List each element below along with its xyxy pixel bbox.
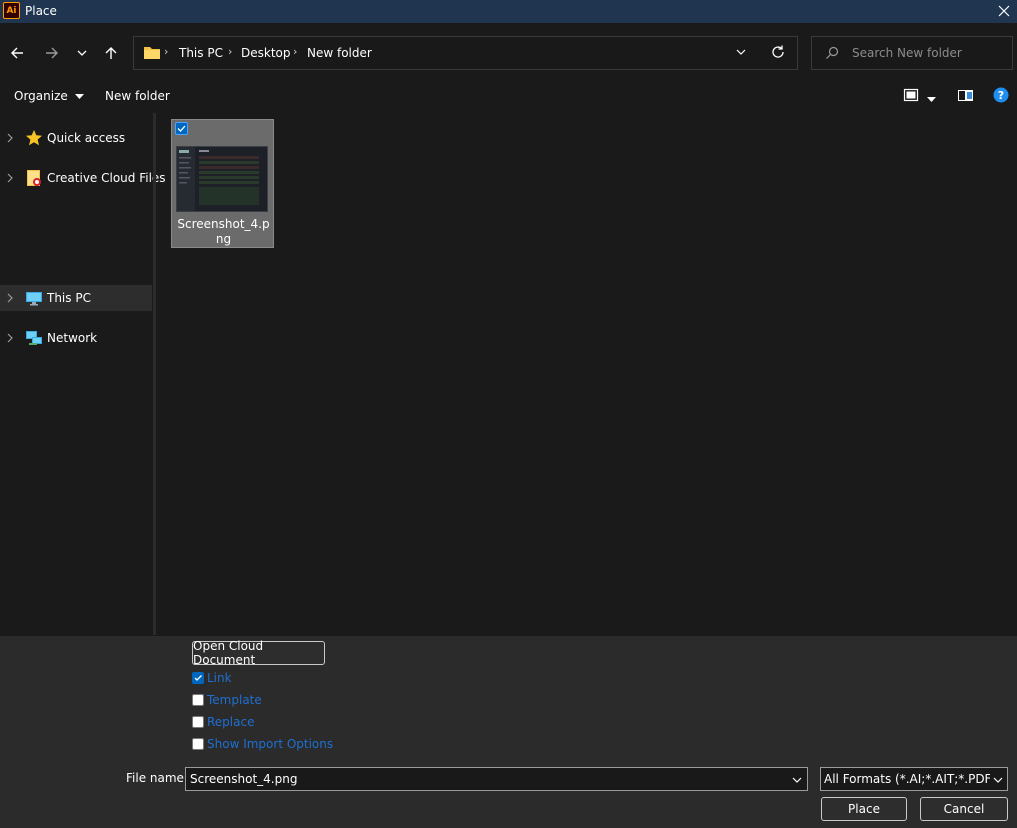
- chevron-down-icon: [993, 777, 1003, 783]
- computer-icon: [26, 292, 42, 306]
- chevron-right-icon[interactable]: [5, 292, 15, 304]
- window-title: Place: [25, 4, 57, 18]
- link-checkbox[interactable]: [192, 672, 204, 684]
- checkmark-icon: [194, 675, 202, 681]
- back-button[interactable]: [4, 40, 30, 66]
- file-thumbnail: [176, 146, 268, 212]
- search-placeholder: Search New folder: [852, 46, 962, 60]
- search-icon: [826, 46, 839, 59]
- breadcrumb-separator: ›: [293, 45, 298, 58]
- screenshot-thumbnail-image: [177, 147, 267, 211]
- place-button[interactable]: Place: [821, 797, 907, 821]
- sidebar-item-label: This PC: [47, 291, 91, 305]
- arrow-up-icon: [105, 47, 117, 59]
- change-view-button[interactable]: [903, 87, 919, 106]
- show-import-options-checkbox[interactable]: [192, 738, 204, 750]
- close-icon: [998, 5, 1010, 17]
- recent-locations-button[interactable]: [69, 40, 95, 66]
- breadcrumb-this-pc[interactable]: This PC: [179, 46, 223, 60]
- up-button[interactable]: [98, 40, 124, 66]
- replace-checkbox[interactable]: [192, 716, 204, 728]
- checkmark-icon: [177, 125, 186, 132]
- preview-pane-icon: [958, 90, 973, 101]
- address-history-chevron-icon[interactable]: [734, 45, 748, 59]
- pane-splitter[interactable]: [153, 113, 156, 635]
- address-bar[interactable]: › This PC › Desktop › New folder: [133, 36, 798, 70]
- show-import-options-label: Show Import Options: [207, 737, 334, 751]
- caret-down-icon: [74, 94, 84, 99]
- refresh-icon[interactable]: [770, 44, 786, 60]
- view-icon: [903, 88, 919, 102]
- caret-down-icon: [927, 97, 936, 102]
- template-option[interactable]: Template: [192, 692, 262, 708]
- preview-pane-button[interactable]: [957, 87, 974, 106]
- chevron-right-icon[interactable]: [5, 172, 15, 184]
- view-options-button[interactable]: [927, 92, 936, 106]
- chevron-down-icon: [77, 50, 87, 56]
- sidebar-item-creative-cloud-files[interactable]: Creative Cloud Files: [0, 165, 166, 191]
- cancel-button[interactable]: Cancel: [920, 797, 1008, 821]
- svg-text:?: ?: [998, 89, 1004, 102]
- breadcrumb-separator: ›: [164, 45, 169, 58]
- replace-label: Replace: [207, 715, 255, 729]
- close-button[interactable]: [993, 0, 1015, 22]
- file-type-select[interactable]: All Formats (*.AI;*.AIT;*.PDF;*.D: [820, 767, 1008, 791]
- sidebar-item-label: Quick access: [47, 131, 126, 145]
- sidebar-item-label: Creative Cloud Files: [47, 171, 166, 185]
- chevron-right-icon[interactable]: [5, 332, 15, 344]
- organize-menu-button[interactable]: Organize: [14, 89, 84, 103]
- forward-button[interactable]: [39, 40, 65, 66]
- open-cloud-document-button[interactable]: Open Cloud Document: [192, 639, 325, 667]
- file-name-value: Screenshot_4.png: [190, 772, 298, 786]
- link-option[interactable]: Link: [192, 670, 232, 686]
- file-name-field-label: File name:: [126, 771, 188, 785]
- navigation-pane: Quick access Creative Cloud Files This P…: [0, 113, 166, 635]
- organize-label: Organize: [14, 89, 68, 103]
- title-bar: Ai Place: [0, 0, 1017, 23]
- sidebar-item-network[interactable]: Network: [0, 325, 152, 351]
- sidebar-item-this-pc[interactable]: This PC: [0, 285, 152, 311]
- file-type-value: All Formats (*.AI;*.AIT;*.PDF;*.D: [824, 772, 990, 786]
- sidebar-item-quick-access[interactable]: Quick access: [0, 125, 152, 151]
- sidebar-item-label: Network: [47, 331, 98, 345]
- breadcrumb-separator: ›: [228, 45, 233, 58]
- file-name-field[interactable]: Screenshot_4.png: [185, 767, 808, 791]
- help-icon: ?: [993, 87, 1009, 103]
- replace-option[interactable]: Replace: [192, 714, 254, 730]
- arrow-right-icon: [46, 47, 58, 59]
- arrow-left-icon: [11, 47, 23, 59]
- breadcrumb-new-folder[interactable]: New folder: [307, 46, 372, 60]
- breadcrumb-desktop[interactable]: Desktop: [241, 46, 291, 60]
- chevron-down-icon[interactable]: [791, 774, 803, 786]
- template-label: Template: [207, 693, 262, 707]
- file-tile[interactable]: Screenshot_4.png: [171, 119, 274, 248]
- new-folder-button[interactable]: New folder: [105, 89, 170, 103]
- star-icon: [26, 130, 42, 146]
- help-button[interactable]: ?: [993, 87, 1009, 106]
- network-icon: [26, 331, 42, 345]
- creative-cloud-folder-icon: [27, 170, 41, 186]
- show-import-options-option[interactable]: Show Import Options: [192, 736, 333, 752]
- file-name-label: Screenshot_4.png: [177, 217, 270, 246]
- link-label: Link: [207, 671, 232, 685]
- chevron-right-icon[interactable]: [5, 132, 15, 144]
- folder-icon: [144, 47, 160, 59]
- item-checkbox[interactable]: [175, 122, 188, 135]
- illustrator-app-icon: Ai: [3, 2, 20, 19]
- template-checkbox[interactable]: [192, 694, 204, 706]
- search-input[interactable]: Search New folder: [811, 36, 1013, 70]
